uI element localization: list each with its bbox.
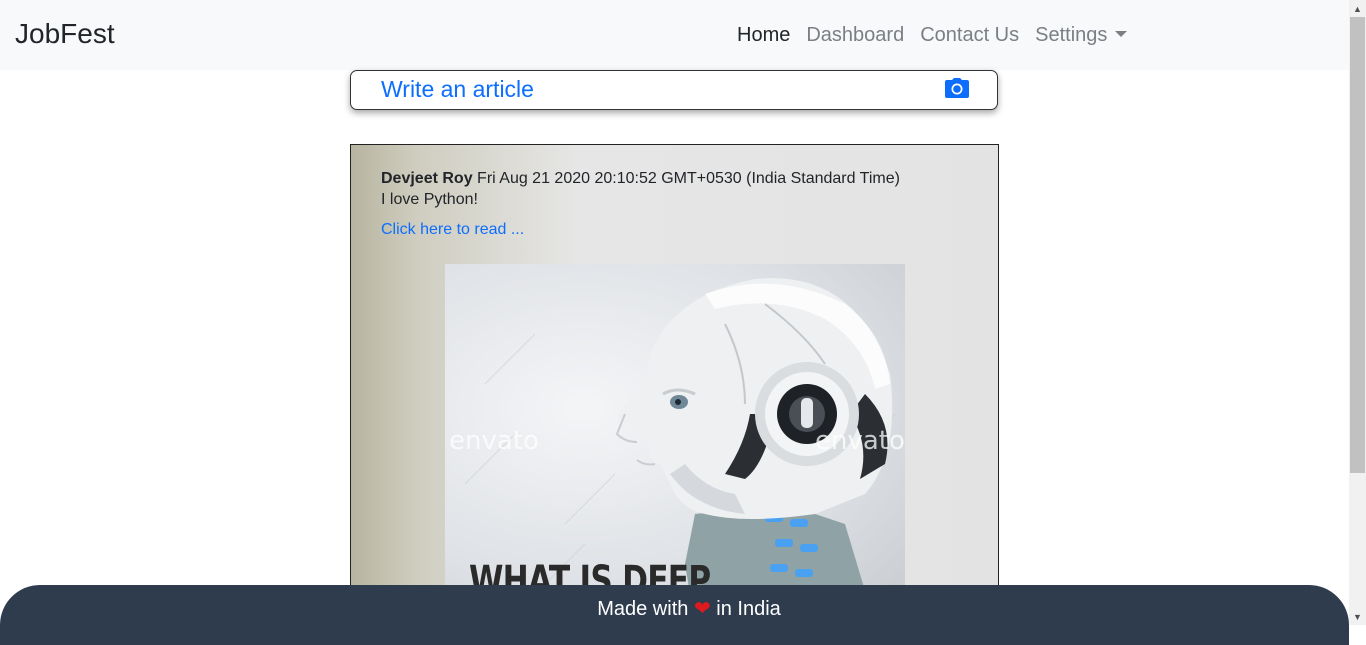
footer-suffix: in India	[716, 598, 781, 620]
post-timestamp: Fri Aug 21 2020 20:10:52 GMT+0530 (India…	[477, 170, 900, 187]
watermark-text: envato	[815, 426, 905, 456]
nav-settings-dropdown[interactable]: Settings	[1035, 24, 1128, 47]
nav-contact-us[interactable]: Contact Us	[920, 24, 1019, 47]
brand-logo[interactable]: JobFest	[15, 18, 115, 50]
post-meta: Devjeet Roy Fri Aug 21 2020 20:10:52 GMT…	[381, 170, 900, 188]
nav-home[interactable]: Home	[737, 24, 790, 47]
navbar: JobFest Home Dashboard Contact Us Settin…	[0, 0, 1349, 70]
watermark-text: envato	[449, 426, 539, 456]
scroll-up-icon[interactable]: ▲	[1349, 0, 1366, 17]
nav-settings-label: Settings	[1035, 24, 1108, 46]
footer: Made with ❤ in India	[0, 585, 1349, 645]
scroll-thumb[interactable]	[1350, 17, 1365, 473]
post-text: I love Python!	[381, 191, 478, 208]
footer-text: Made with ❤ in India	[0, 596, 1366, 621]
post-card: Devjeet Roy Fri Aug 21 2020 20:10:52 GMT…	[350, 144, 999, 616]
nav-links: Home Dashboard Contact Us Settings	[737, 24, 1143, 47]
camera-icon[interactable]	[945, 78, 969, 98]
heart-icon: ❤	[693, 598, 711, 620]
scroll-down-icon[interactable]: ▼	[1349, 608, 1366, 625]
post-author: Devjeet Roy	[381, 170, 473, 187]
footer-prefix: Made with	[597, 598, 689, 620]
read-more-link[interactable]: Click here to read ...	[381, 221, 524, 239]
chevron-down-icon	[1115, 30, 1128, 37]
nav-dashboard[interactable]: Dashboard	[806, 24, 904, 47]
post-image: envato envato WHAT IS DEEP	[445, 264, 905, 615]
write-article-box[interactable]: Write an article	[350, 70, 998, 110]
vertical-scrollbar[interactable]: ▲ ▼	[1349, 0, 1366, 625]
write-article-link[interactable]: Write an article	[381, 76, 534, 103]
